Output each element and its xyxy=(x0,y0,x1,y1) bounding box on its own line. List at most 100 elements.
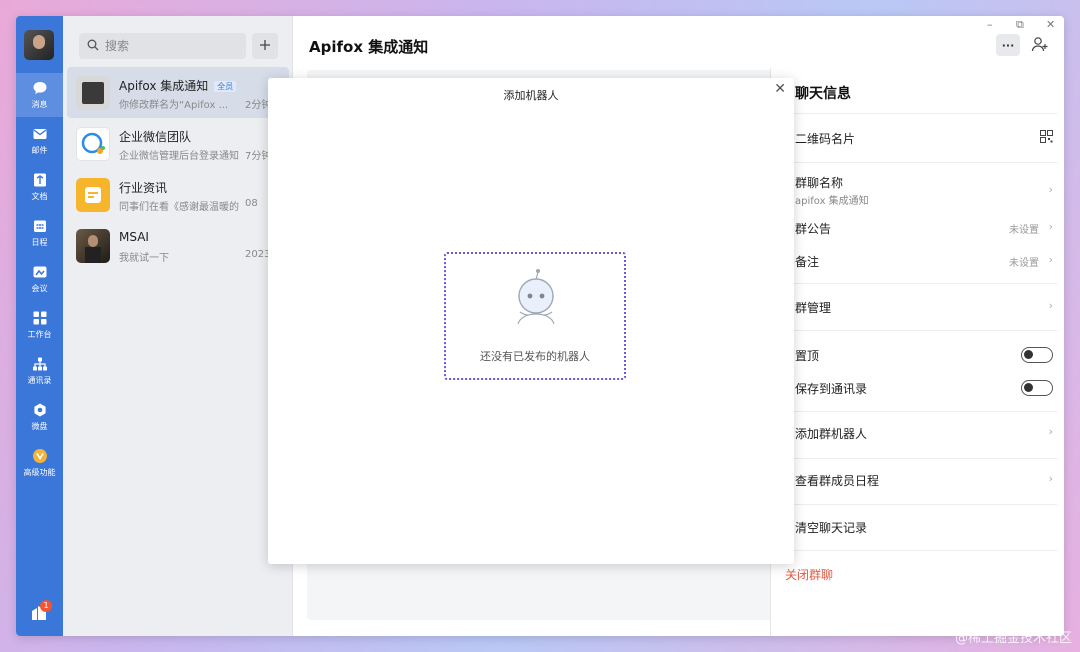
drive-icon xyxy=(32,402,48,418)
dialog-close-button[interactable]: ✕ xyxy=(774,81,786,97)
info-row-group-admin[interactable]: 群管理 › xyxy=(771,297,1064,319)
premium-icon xyxy=(32,448,48,464)
row-label: 群公告 xyxy=(795,222,832,236)
group-avatar xyxy=(76,76,110,110)
row-value: 未设置 xyxy=(1009,225,1039,236)
notification-badge: 1 xyxy=(40,600,52,612)
add-bot-dialog: 添加机器人 ✕ 还没有已发布的机器人 xyxy=(268,78,794,564)
save-contacts-toggle[interactable] xyxy=(1021,380,1053,396)
nav-label: 邮件 xyxy=(31,146,48,155)
chat-info-panel: 聊天信息 二维码名片 群聊名称 apifox 集成通知 › 群公告 未设置 › … xyxy=(770,68,1064,636)
nav-label: 文档 xyxy=(31,192,48,201)
dialog-title: 添加机器人 xyxy=(503,89,559,102)
user-avatar[interactable] xyxy=(24,30,54,60)
add-button[interactable] xyxy=(252,33,278,59)
chat-title: Apifox 集成通知 xyxy=(309,38,429,56)
chevron-right-icon: › xyxy=(1048,253,1053,266)
row-label: 群管理 xyxy=(795,301,832,315)
watermark: @稀土掘金技术社区 xyxy=(954,631,1072,646)
nav-item-messages[interactable]: 消息 xyxy=(16,73,63,117)
qrcode-icon xyxy=(1040,130,1053,146)
nav-item-workbench[interactable]: 工作台 xyxy=(16,303,63,347)
empty-state-box: 还没有已发布的机器人 xyxy=(444,252,626,380)
search-box[interactable] xyxy=(79,33,246,59)
row-value: apifox 集成通知 xyxy=(795,196,869,207)
nav-label: 高级功能 xyxy=(23,468,56,477)
info-title: 聊天信息 xyxy=(795,86,851,102)
nav-item-calendar[interactable]: 日程 xyxy=(16,211,63,255)
nav-label: 工作台 xyxy=(27,330,52,339)
info-row-remark[interactable]: 备注 未设置 › xyxy=(771,251,1064,273)
msai-avatar xyxy=(76,229,110,263)
conversation-name: Apifox 集成通知 全员 xyxy=(119,77,237,94)
conversation-name: MSAI xyxy=(119,230,149,244)
row-label: 二维码名片 xyxy=(795,132,856,146)
conversation-preview: 我就试一下 xyxy=(119,253,169,264)
info-row-pin: 置顶 xyxy=(771,345,1064,367)
nav-item-meetings[interactable]: 会议 xyxy=(16,257,63,301)
conversation-list: Apifox 集成通知全员 你修改群名为“Apifox ... 2分钟 企业微信… xyxy=(63,16,293,636)
all-members-tag: 全员 xyxy=(214,81,237,92)
info-row-group-name[interactable]: 群聊名称 apifox 集成通知 › xyxy=(771,172,1064,208)
conversation-item[interactable]: Apifox 集成通知 全员 你修改群名为“Apifox ... 2分钟 xyxy=(67,67,289,118)
conversation-name: 企业微信团队 xyxy=(119,130,192,144)
info-row-member-schedule[interactable]: 查看群成员日程 › xyxy=(771,470,1064,492)
row-label: 置顶 xyxy=(795,349,820,363)
chevron-right-icon: › xyxy=(1048,183,1053,196)
mail-icon xyxy=(32,126,48,142)
restore-button[interactable]: ⧉ xyxy=(1016,18,1024,32)
meeting-icon xyxy=(32,264,48,280)
chevron-right-icon: › xyxy=(1048,425,1053,438)
conversation-preview: 你修改群名为“Apifox ... xyxy=(119,100,229,111)
row-label: 查看群成员日程 xyxy=(795,474,880,488)
row-label: 群聊名称 xyxy=(795,176,844,190)
nav-item-drive[interactable]: 微盘 xyxy=(16,395,63,439)
empty-state-text: 还没有已发布的机器人 xyxy=(480,350,590,363)
nav-label: 微盘 xyxy=(31,422,48,431)
row-label: 保存到通讯录 xyxy=(795,382,868,396)
add-member-button[interactable] xyxy=(1028,34,1052,56)
conversation-item[interactable]: MSAI 我就试一下 2023/09/ xyxy=(67,220,289,271)
app-window: 消息 邮件 文档 日程 会议 工作台 通讯录 微盘 高级功能 1 搜索 Apif… xyxy=(16,16,1064,636)
nav-label: 通讯录 xyxy=(27,376,52,385)
nav-item-premium[interactable]: 高级功能 xyxy=(16,441,63,485)
conversation-preview: 企业微信管理后台登录通知 xyxy=(119,151,239,162)
conversation-item[interactable]: 企业微信团队 企业微信管理后台登录通知 7分钟 xyxy=(67,118,289,169)
info-row-close-group[interactable]: 关闭群聊 xyxy=(771,564,1064,586)
info-row-save-contacts: 保存到通讯录 xyxy=(771,378,1064,400)
calendar-icon xyxy=(32,218,48,234)
info-row-clear-history[interactable]: 清空聊天记录 xyxy=(771,517,1064,539)
document-icon xyxy=(32,172,48,188)
nav-label: 消息 xyxy=(31,100,48,109)
nav-item-contacts[interactable]: 通讯录 xyxy=(16,349,63,393)
pin-toggle[interactable] xyxy=(1021,347,1053,363)
more-options-button[interactable]: ··· xyxy=(996,34,1020,56)
nav-label: 会议 xyxy=(31,284,48,293)
wecom-team-avatar xyxy=(76,127,110,161)
info-row-qrcode[interactable]: 二维码名片 xyxy=(771,128,1064,150)
chat-bubble-icon xyxy=(32,80,48,96)
info-row-announcement[interactable]: 群公告 未设置 › xyxy=(771,218,1064,240)
row-label: 清空聊天记录 xyxy=(795,521,868,535)
news-avatar xyxy=(76,178,110,212)
close-window-button[interactable]: ✕ xyxy=(1046,18,1055,31)
chevron-right-icon: › xyxy=(1048,220,1053,233)
workbench-grid-icon xyxy=(32,310,48,326)
contacts-tree-icon xyxy=(32,356,48,372)
row-label: 备注 xyxy=(795,255,820,269)
conversation-name: 行业资讯 xyxy=(119,181,168,195)
chevron-right-icon: › xyxy=(1048,472,1053,485)
info-row-add-bot[interactable]: 添加群机器人 › xyxy=(771,423,1064,445)
row-value: 未设置 xyxy=(1009,258,1039,269)
conversation-preview: 同事们在看《感谢最温暖的... xyxy=(119,202,239,213)
row-label: 添加群机器人 xyxy=(795,427,868,441)
conversation-item[interactable]: 行业资讯 同事们在看《感谢最温暖的... 08 xyxy=(67,169,289,220)
nav-rail: 消息 邮件 文档 日程 会议 工作台 通讯录 微盘 高级功能 1 xyxy=(16,16,63,636)
nav-item-mail[interactable]: 邮件 xyxy=(16,119,63,163)
nav-item-docs[interactable]: 文档 xyxy=(16,165,63,209)
search-input[interactable] xyxy=(105,39,235,53)
minimize-button[interactable]: – xyxy=(987,18,993,31)
chevron-right-icon: › xyxy=(1048,299,1053,312)
add-person-icon xyxy=(1031,36,1049,55)
plus-icon xyxy=(259,39,271,54)
